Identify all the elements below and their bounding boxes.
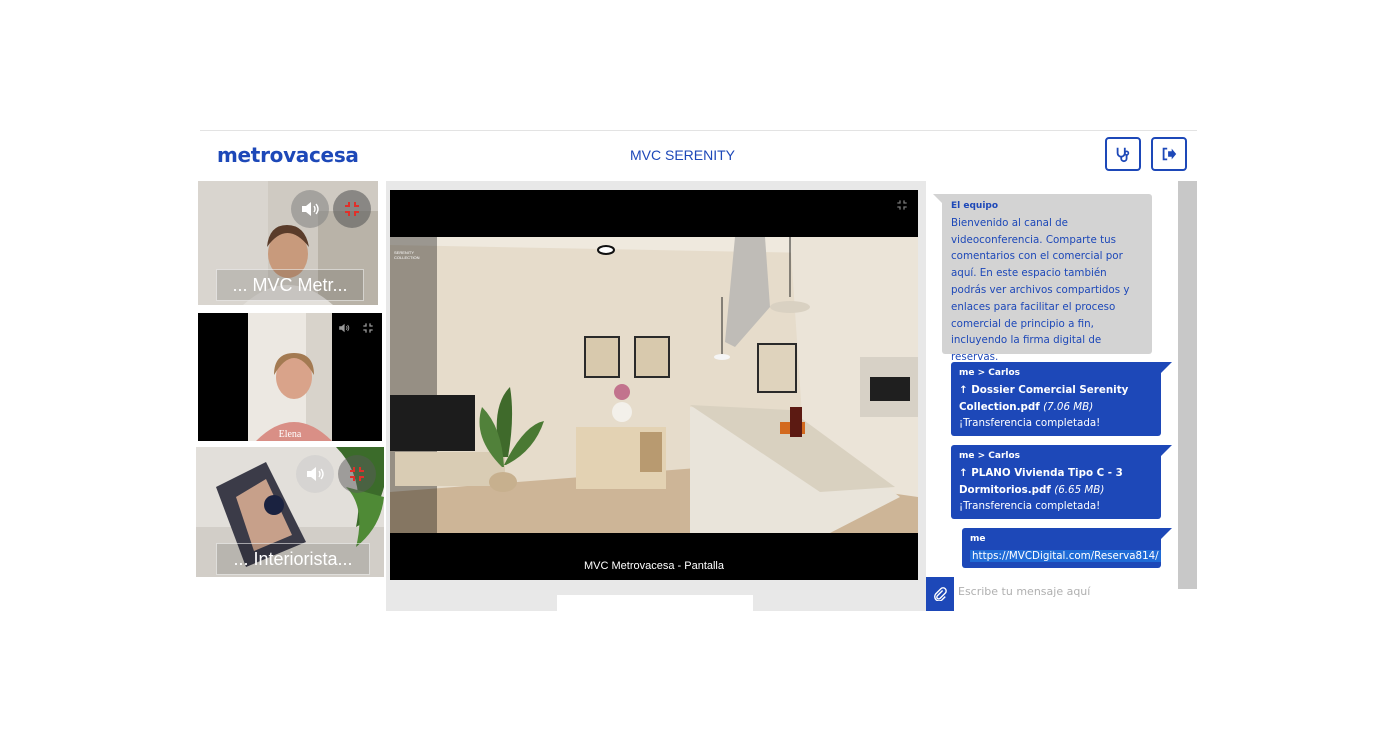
transfer-status: ¡Transferencia completada! [959, 417, 1101, 430]
participant-expand-button[interactable] [333, 190, 371, 228]
speaker-icon [307, 467, 324, 481]
participant-audio-button[interactable] [296, 455, 334, 493]
sign-out-icon [1162, 147, 1177, 161]
stethoscope-icon [1116, 147, 1130, 163]
chat-scrollbar[interactable] [1178, 181, 1197, 589]
chat-message-input[interactable] [956, 579, 1180, 603]
expand-icon[interactable] [362, 322, 374, 334]
stage-footer-tab [557, 595, 753, 611]
message-sender: El equipo [951, 201, 999, 211]
paperclip-icon [934, 587, 947, 601]
support-button[interactable] [1105, 137, 1141, 171]
speaker-icon [302, 202, 319, 216]
exit-call-button[interactable] [1151, 137, 1187, 171]
reservation-link[interactable]: https://MVCDigital.com/Reserva814/ [970, 549, 1161, 562]
expand-icon [350, 467, 364, 481]
video-call-app: metrovacesa MVC SERENITY ... MVC Metr...… [196, 130, 1197, 611]
kitchen-render-image [390, 237, 918, 533]
chat-message-file: me > Carlos ↑ PLANO Vivienda Tipo C - 3 … [951, 445, 1161, 519]
transfer-status: ¡Transferencia completada! [959, 500, 1101, 513]
attach-button[interactable] [926, 577, 954, 611]
participant-tile[interactable]: ... MVC Metr... [198, 181, 378, 305]
expand-icon [345, 202, 359, 216]
collapse-icon[interactable] [896, 199, 908, 211]
chat-message-team: El equipo Bienvenido al canal de videoco… [942, 194, 1152, 363]
participant-name: ... Interiorista... [216, 543, 370, 575]
main-stage: SERENITY COLLECTION MVC Metrovacesa - Pa… [386, 181, 926, 611]
metrovacesa-logo: metrovacesa [217, 143, 359, 167]
message-sender: me > Carlos [959, 368, 1021, 378]
file-size: (7.06 MB) [1043, 400, 1094, 413]
message-text: Bienvenido al canal de videoconferencia.… [951, 216, 1130, 364]
app-header: metrovacesa MVC SERENITY [200, 131, 1197, 181]
screen-watermark: SERENITY COLLECTION [394, 250, 420, 260]
message-sender: me > Carlos [959, 451, 1021, 461]
shared-screen-video[interactable]: SERENITY COLLECTION MVC Metrovacesa - Pa… [390, 190, 918, 580]
participants-panel: ... MVC Metr... Elena ... Interiorista..… [196, 181, 384, 577]
participant-video [198, 313, 382, 441]
chat-panel: El equipo Bienvenido al canal de videoco… [926, 181, 1197, 611]
participant-tile[interactable]: Elena [198, 313, 382, 441]
message-sender: me [970, 534, 986, 544]
shared-screen-caption: MVC Metrovacesa - Pantalla [584, 560, 724, 572]
file-size: (6.65 MB) [1054, 483, 1105, 496]
participant-name: Elena [278, 429, 302, 440]
participant-name: ... MVC Metr... [216, 269, 364, 301]
chat-message-link: me https://MVCDigital.com/Reserva814/ [962, 528, 1161, 568]
participant-audio-button[interactable] [291, 190, 329, 228]
participant-tile[interactable]: ... Interiorista... [196, 447, 384, 577]
chat-message-file: me > Carlos ↑ Dossier Comercial Serenity… [951, 362, 1161, 436]
chat-input-bar [926, 577, 1180, 611]
speaker-icon [339, 323, 350, 333]
room-title: MVC SERENITY [630, 147, 736, 163]
participant-expand-button[interactable] [338, 455, 376, 493]
